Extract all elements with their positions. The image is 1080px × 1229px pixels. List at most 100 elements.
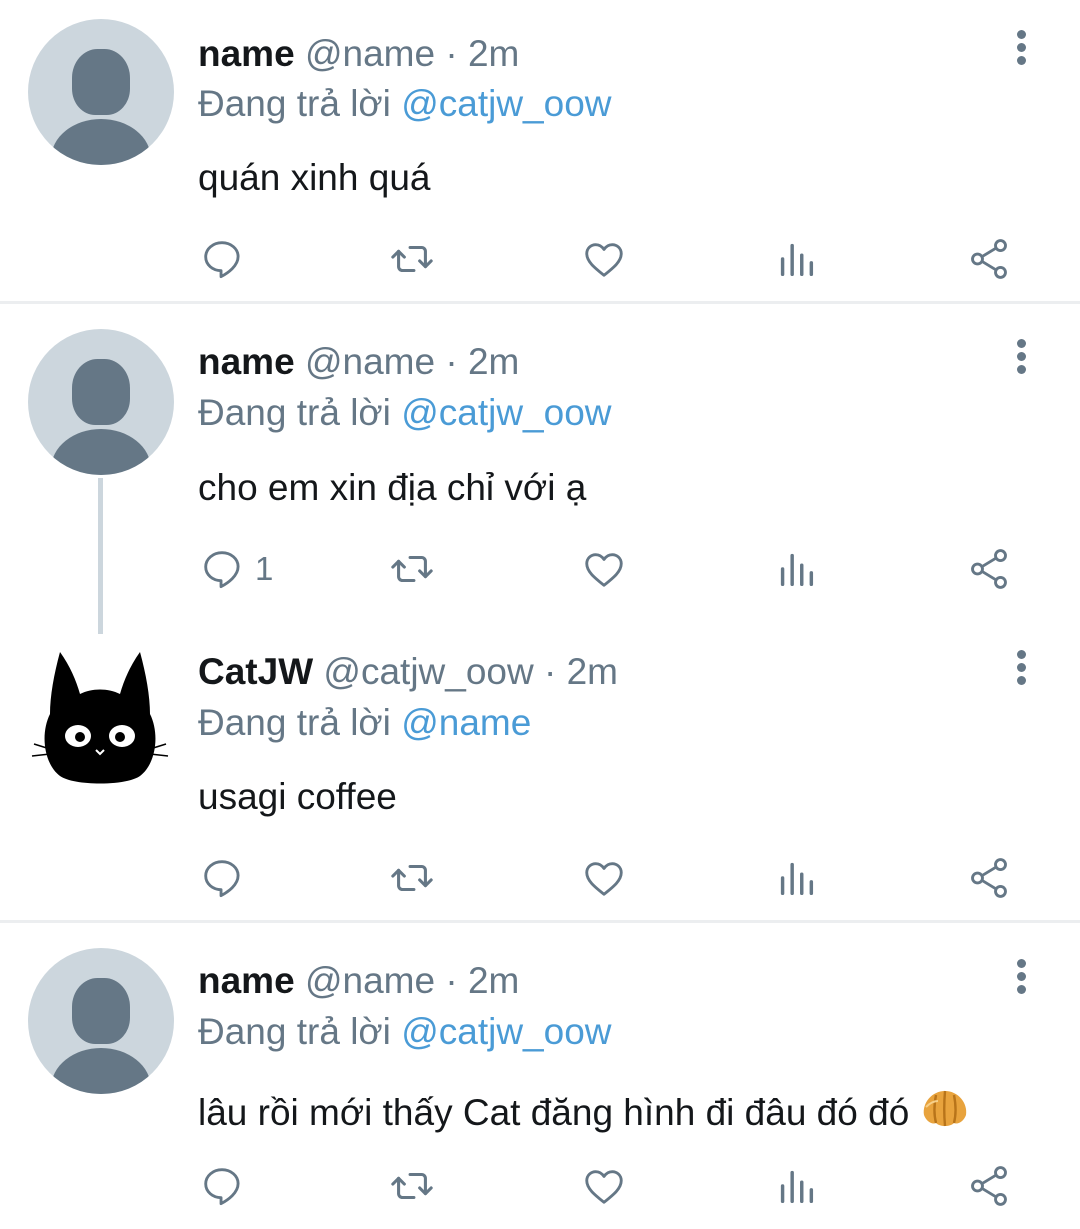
share-icon xyxy=(966,546,1012,592)
thread-line xyxy=(98,614,103,634)
more-vertical-icon xyxy=(1016,339,1026,348)
tweet-meta: CatJW @catjw_oow · 2m xyxy=(198,651,618,693)
retweet-icon xyxy=(389,855,435,901)
analytics-button[interactable] xyxy=(773,234,819,284)
reply-label: Đang trả lời xyxy=(198,702,391,743)
replying-to: Đang trả lời @catjw_oow xyxy=(198,83,612,125)
retweet-icon xyxy=(389,1163,435,1209)
share-button[interactable] xyxy=(966,234,1012,284)
more-options-button[interactable] xyxy=(1003,30,1039,74)
retweet-button[interactable] xyxy=(389,1161,435,1211)
avatar[interactable] xyxy=(30,644,170,794)
author-name[interactable]: CatJW xyxy=(198,651,313,692)
avatar[interactable] xyxy=(28,19,174,165)
tweet[interactable]: name @name · 2m Đang trả lời @catjw_oow … xyxy=(0,304,1080,634)
reply-button[interactable] xyxy=(199,853,255,903)
share-button[interactable] xyxy=(966,544,1012,594)
reply-button[interactable] xyxy=(199,1161,255,1211)
separator-dot: · xyxy=(445,33,458,74)
reply-label: Đang trả lời xyxy=(198,83,391,124)
heart-icon xyxy=(581,855,627,901)
analytics-icon xyxy=(773,546,819,592)
analytics-button[interactable] xyxy=(773,853,819,903)
action-bar xyxy=(0,1161,1080,1211)
separator-dot: · xyxy=(445,341,458,382)
croissant-emoji xyxy=(923,1090,966,1127)
reply-button[interactable] xyxy=(199,234,255,284)
tweet-text: lâu rồi mới thấy Cat đăng hình đi đâu đó… xyxy=(198,1085,970,1134)
reply-icon xyxy=(199,546,245,592)
analytics-icon xyxy=(773,855,819,901)
tweet-text: cho em xin địa chỉ với ạ xyxy=(198,467,587,508)
share-icon xyxy=(966,1163,1012,1209)
tweet-text: usagi coffee xyxy=(198,776,397,817)
heart-icon xyxy=(581,1163,627,1209)
retweet-button[interactable] xyxy=(389,853,435,903)
heart-icon xyxy=(581,236,627,282)
avatar[interactable] xyxy=(28,948,174,1094)
mention-link[interactable]: @catjw_oow xyxy=(401,392,611,433)
more-options-button[interactable] xyxy=(1003,650,1039,694)
reply-icon xyxy=(199,236,245,282)
reply-icon xyxy=(199,1163,245,1209)
tweet[interactable]: name @name · 2m Đang trả lời @catjw_oow … xyxy=(0,923,1080,1229)
share-button[interactable] xyxy=(966,1161,1012,1211)
retweet-icon xyxy=(389,546,435,592)
timestamp: 2m xyxy=(467,33,520,74)
author-name[interactable]: name xyxy=(198,960,295,1001)
author-handle[interactable]: @name xyxy=(305,33,435,74)
action-bar xyxy=(0,234,1080,284)
black-cat-icon xyxy=(31,652,169,784)
mention-link[interactable]: @name xyxy=(401,702,531,743)
like-button[interactable] xyxy=(581,853,627,903)
replying-to: Đang trả lời @catjw_oow xyxy=(198,392,612,434)
retweet-button[interactable] xyxy=(389,544,435,594)
more-options-button[interactable] xyxy=(1003,339,1039,383)
action-bar: 1 xyxy=(0,544,1080,594)
timestamp: 2m xyxy=(467,341,520,382)
reply-count: 1 xyxy=(255,550,274,587)
replying-to: Đang trả lời @catjw_oow xyxy=(198,1011,612,1053)
heart-icon xyxy=(581,546,627,592)
more-vertical-icon xyxy=(1016,959,1026,968)
tweet-meta: name @name · 2m xyxy=(198,960,519,1002)
analytics-icon xyxy=(773,1163,819,1209)
like-button[interactable] xyxy=(581,544,627,594)
mention-link[interactable]: @catjw_oow xyxy=(401,1011,611,1052)
author-handle[interactable]: @name xyxy=(305,960,435,1001)
mention-link[interactable]: @catjw_oow xyxy=(401,83,611,124)
tweet[interactable]: name @name · 2m Đang trả lời @catjw_oow … xyxy=(0,0,1080,303)
author-handle[interactable]: @catjw_oow xyxy=(323,651,533,692)
reply-label: Đang trả lời xyxy=(198,1011,391,1052)
author-handle[interactable]: @name xyxy=(305,341,435,382)
more-vertical-icon xyxy=(1016,30,1026,39)
separator-dot: · xyxy=(445,960,458,1001)
tweet[interactable]: CatJW @catjw_oow · 2m Đang trả lời @name… xyxy=(0,614,1080,922)
share-button[interactable] xyxy=(966,853,1012,903)
avatar[interactable] xyxy=(28,329,174,475)
tweet-text-content: lâu rồi mới thấy Cat đăng hình đi đâu đó… xyxy=(198,1092,910,1133)
like-button[interactable] xyxy=(581,1161,627,1211)
more-vertical-icon xyxy=(1016,650,1026,659)
author-name[interactable]: name xyxy=(198,33,295,74)
like-button[interactable] xyxy=(581,234,627,284)
author-name[interactable]: name xyxy=(198,341,295,382)
retweet-icon xyxy=(389,236,435,282)
more-options-button[interactable] xyxy=(1003,959,1039,1003)
reply-icon xyxy=(199,855,245,901)
tweet-text: quán xinh quá xyxy=(198,157,431,198)
analytics-button[interactable] xyxy=(773,544,819,594)
separator-dot: · xyxy=(544,651,557,692)
retweet-button[interactable] xyxy=(389,234,435,284)
analytics-button[interactable] xyxy=(773,1161,819,1211)
analytics-icon xyxy=(773,236,819,282)
action-bar xyxy=(0,853,1080,903)
share-icon xyxy=(966,855,1012,901)
tweet-meta: name @name · 2m xyxy=(198,341,519,383)
reply-label: Đang trả lời xyxy=(198,392,391,433)
replying-to: Đang trả lời @name xyxy=(198,702,531,744)
reply-button[interactable]: 1 xyxy=(199,544,273,594)
share-icon xyxy=(966,236,1012,282)
timestamp: 2m xyxy=(467,960,520,1001)
timestamp: 2m xyxy=(566,651,619,692)
